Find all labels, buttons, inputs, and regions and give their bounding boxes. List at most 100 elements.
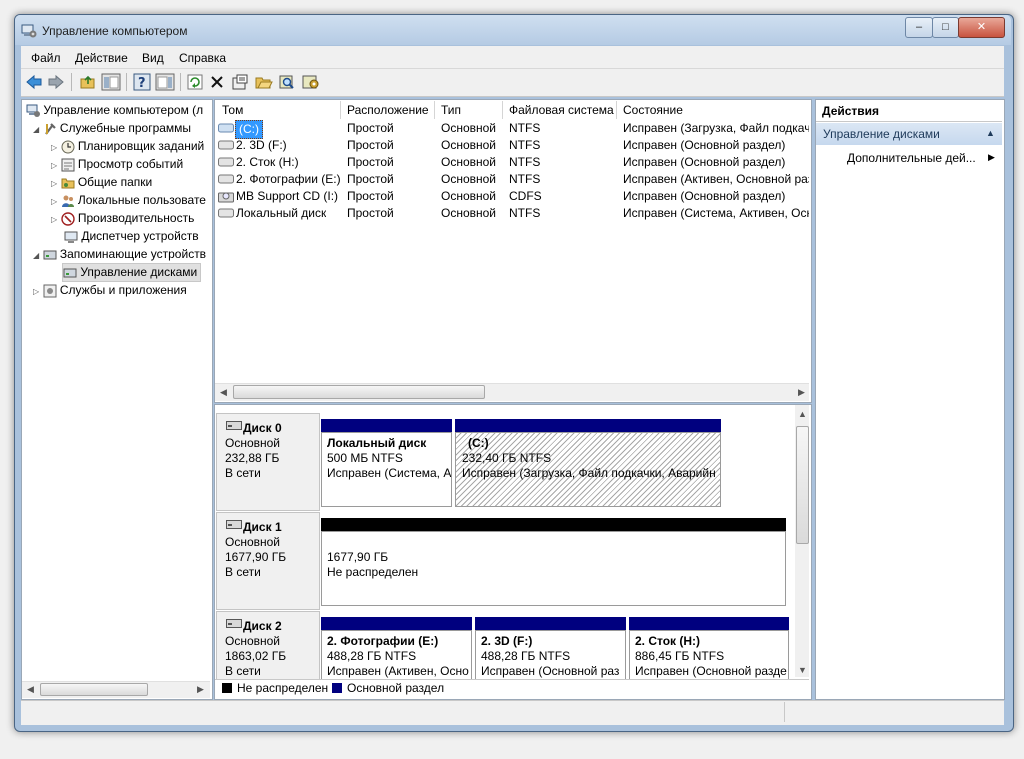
partition-unallocated[interactable]: 1677,90 ГБ Не распределен [321, 531, 786, 606]
partition-3d[interactable]: 2. 3D (F:) 488,28 ГБ NTFS Исправен (Осно… [475, 630, 626, 679]
scroll-right-icon[interactable]: ▶ [197, 684, 204, 695]
tree-item-local-users[interactable]: ▷ Локальные пользовате [51, 192, 206, 209]
properties-icon[interactable] [231, 74, 249, 90]
disk-size: 232,88 ГБ [225, 451, 280, 465]
column-header-type[interactable]: Тип [435, 101, 503, 119]
cell-file-system: NTFS [509, 138, 541, 152]
expand-collapse-icon[interactable]: ◢ [33, 125, 39, 134]
partition-c-drive[interactable]: (C:) 232,40 ГБ NTFS Исправен (Загрузка, … [455, 432, 721, 507]
toolbar-separator [180, 73, 181, 91]
scroll-left-icon[interactable]: ◀ [220, 387, 227, 398]
scrollbar-thumb[interactable] [40, 683, 148, 696]
open-folder-icon[interactable] [255, 74, 273, 90]
partition-color-bar [321, 617, 472, 630]
expand-icon[interactable]: ▷ [51, 143, 57, 152]
tree-item-services-and-apps[interactable]: ▷ Службы и приложения [33, 282, 187, 299]
forward-arrow-icon[interactable] [47, 74, 65, 90]
scroll-down-icon[interactable]: ▼ [798, 665, 807, 675]
scroll-left-icon[interactable]: ◀ [27, 684, 34, 695]
table-row[interactable]: 2. Фотографии (E:) Простой Основной NTFS… [216, 171, 809, 188]
table-row[interactable]: 2. Сток (H:) Простой Основной NTFS Испра… [216, 154, 809, 171]
expand-collapse-icon[interactable]: ◢ [33, 251, 39, 260]
table-row[interactable]: Локальный диск Простой Основной NTFS Исп… [216, 205, 809, 222]
minimize-button[interactable]: – [905, 17, 933, 38]
settings-icon[interactable] [302, 74, 320, 90]
status-bar [21, 700, 1004, 725]
volume-icon [218, 140, 234, 150]
tree-item-system-tools[interactable]: ◢ Служебные программы [33, 120, 191, 137]
tree-item-event-viewer[interactable]: ▷ Просмотр событий [51, 156, 183, 173]
tree-item-computer-management[interactable]: Управление компьютером (л [26, 102, 203, 119]
toolbar-separator [71, 73, 72, 91]
table-row[interactable]: MB Support CD (I:) Простой Основной CDFS… [216, 188, 809, 205]
magnify-disk-icon[interactable] [278, 74, 296, 90]
actions-section-label: Управление дисками [823, 127, 940, 141]
menu-help[interactable]: Справка [179, 51, 226, 65]
partition-status: Исправен (Активен, Осно [327, 664, 469, 678]
up-folder-icon[interactable] [79, 74, 97, 90]
table-row[interactable]: (C:) Простой Основной NTFS Исправен (Заг… [216, 120, 809, 139]
menu-view[interactable]: Вид [142, 51, 164, 65]
cd-drive-icon [218, 192, 234, 203]
partition-title: (C:) [468, 436, 489, 450]
maximize-button[interactable]: □ [932, 17, 959, 38]
more-actions-link[interactable]: Дополнительные дей... [847, 151, 976, 165]
expand-icon[interactable]: ▷ [33, 287, 39, 296]
tree-item-disk-management[interactable]: Управление дисками [62, 263, 202, 282]
partition-status: Исправен (Основной раз [481, 664, 620, 678]
expand-icon[interactable]: ▷ [51, 161, 57, 170]
show-hide-tree-icon[interactable] [101, 73, 121, 91]
tree-item-label: Запоминающие устройств [59, 247, 207, 261]
disk-management-icon [63, 268, 77, 278]
tree-item-label: Управление дисками [80, 265, 198, 279]
help-icon[interactable]: ? [133, 73, 151, 91]
tree-item-performance[interactable]: ▷ Производительность [51, 210, 194, 227]
scrollbar-thumb[interactable] [233, 385, 485, 399]
partition-photos[interactable]: 2. Фотографии (E:) 488,28 ГБ NTFS Исправ… [321, 630, 472, 679]
back-arrow-icon[interactable] [25, 74, 43, 90]
table-row[interactable]: 2. 3D (F:) Простой Основной NTFS Исправе… [216, 137, 809, 154]
refresh-icon[interactable] [187, 74, 203, 90]
partition-stock[interactable]: 2. Сток (H:) 886,45 ГБ NTFS Исправен (Ос… [629, 630, 789, 679]
scroll-right-icon[interactable]: ▶ [798, 387, 805, 398]
legend-label-unallocated: Не распределен [237, 681, 329, 695]
storage-icon [43, 250, 56, 260]
cell-status: Исправен (Система, Активен, Осн [623, 206, 809, 220]
column-header-layout[interactable]: Расположение [341, 101, 435, 119]
submenu-arrow-icon[interactable]: ▶ [988, 152, 995, 163]
disk-type: Основной [225, 634, 281, 648]
close-button[interactable]: ✕ [958, 17, 1005, 38]
cell-volume: 2. Сток (H:) [236, 155, 299, 169]
expand-icon[interactable]: ▷ [51, 179, 57, 188]
disk-name: Диск 0 [243, 421, 282, 435]
column-header-status[interactable]: Состояние [617, 101, 809, 119]
cell-layout: Простой [347, 189, 394, 203]
tree-item-storage[interactable]: ◢ Запоминающие устройств [33, 246, 206, 263]
scrollbar-thumb[interactable] [796, 426, 809, 544]
event-viewer-icon [61, 158, 74, 172]
tree-item-shared-folders[interactable]: ▷ Общие папки [51, 174, 152, 191]
column-header-volume[interactable]: Том [216, 101, 341, 119]
disk-name: Диск 2 [243, 619, 282, 633]
menu-file[interactable]: Файл [31, 51, 61, 65]
scroll-up-icon[interactable]: ▲ [798, 409, 807, 419]
expand-icon[interactable]: ▷ [51, 215, 57, 224]
svg-text:?: ? [138, 76, 146, 91]
partition-system-reserved[interactable]: Локальный диск 500 МБ NTFS Исправен (Сис… [321, 432, 452, 507]
show-hide-action-pane-icon[interactable] [155, 73, 175, 91]
delete-icon[interactable] [209, 74, 225, 90]
column-header-file-system[interactable]: Файловая система [503, 101, 617, 119]
collapse-up-icon[interactable]: ▲ [986, 128, 995, 138]
tree-item-task-scheduler[interactable]: ▷ Планировщик заданий [51, 138, 204, 155]
tree-item-device-manager[interactable]: Диспетчер устройств [64, 228, 199, 245]
expand-icon[interactable]: ▷ [51, 197, 57, 206]
legend-swatch-primary [332, 683, 342, 693]
volume-icon [218, 123, 234, 133]
partition-color-bar [629, 617, 789, 630]
partition-status: Не распределен [327, 565, 419, 579]
cell-status: Исправен (Активен, Основной раз [623, 172, 809, 186]
disk-icon [226, 421, 242, 430]
partition-color-bar [475, 617, 626, 630]
menu-action[interactable]: Действие [75, 51, 128, 65]
cell-status: Исправен (Основной раздел) [623, 155, 786, 169]
